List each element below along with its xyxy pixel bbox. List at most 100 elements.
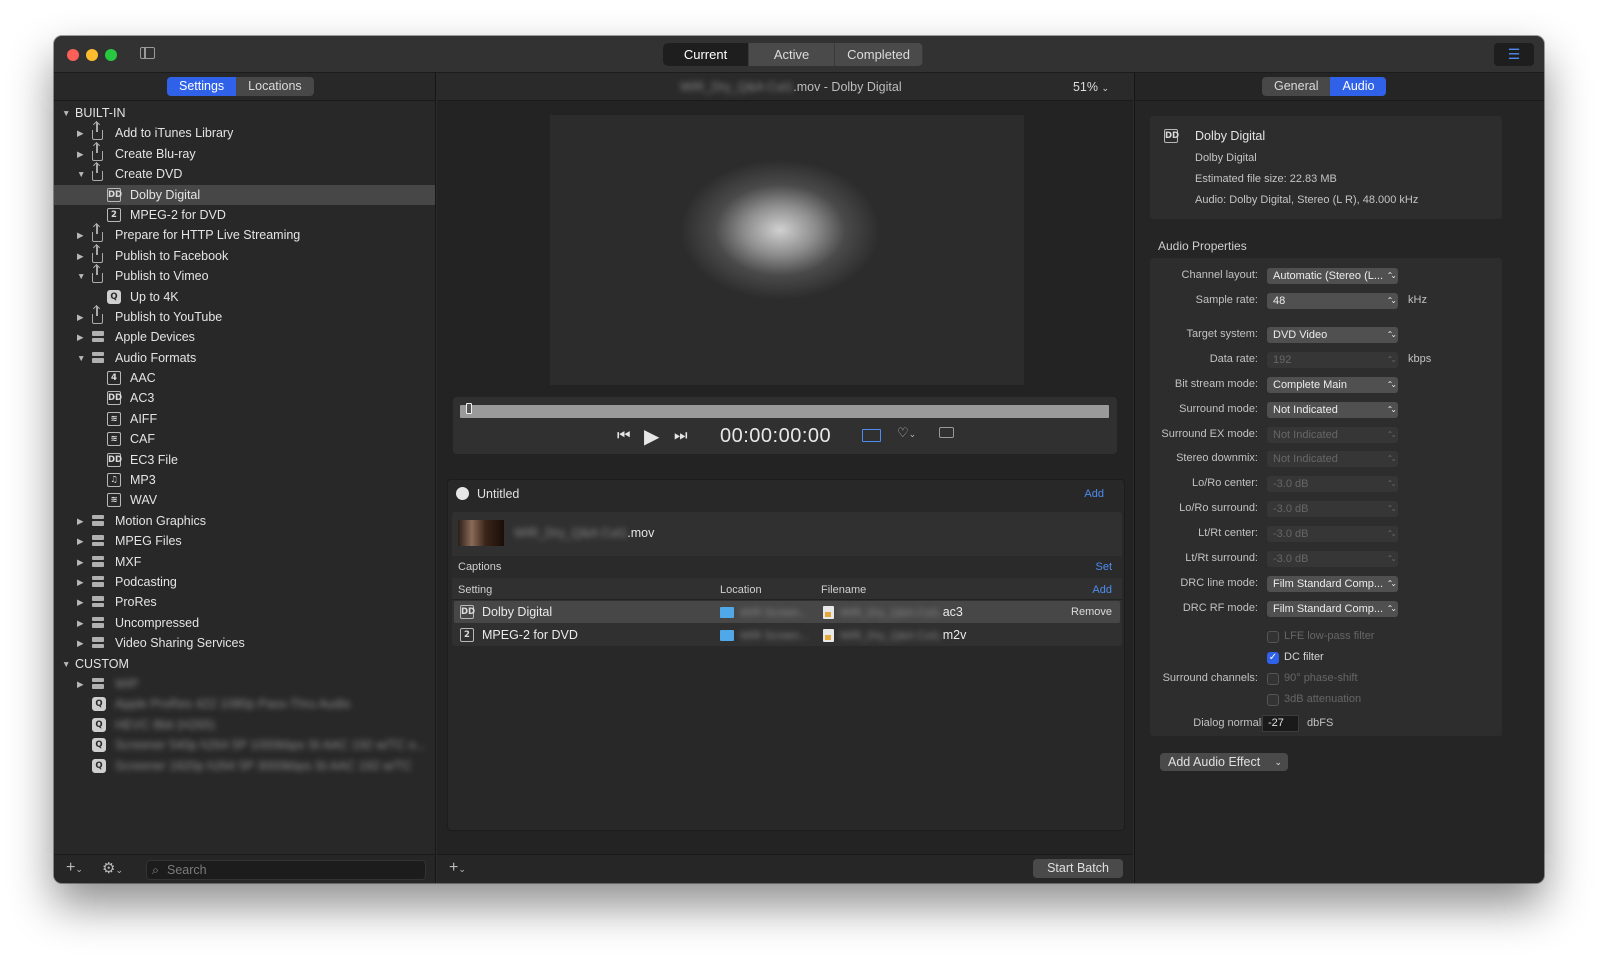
- setting-item-hevc-8bit-h265[interactable]: Q HEVC 8bit (H265): [54, 715, 435, 735]
- disclosure-triangle-icon[interactable]: ▶: [77, 531, 84, 551]
- output-row-mpeg-2-for-dvd[interactable]: 2 MPEG-2 for DVD WIR Screen... WIR_Dry_Q&A …: [454, 624, 1120, 646]
- disclosure-triangle-icon[interactable]: ▶: [77, 572, 84, 592]
- disclosure-triangle-icon[interactable]: ▶: [77, 552, 84, 572]
- output-location[interactable]: WIR Screen...: [720, 624, 808, 647]
- disclosure-triangle-icon[interactable]: ▼: [62, 103, 70, 123]
- tab-completed[interactable]: Completed: [835, 43, 923, 66]
- disclosure-triangle-icon[interactable]: ▼: [77, 348, 85, 368]
- setting-item-motion-graphics[interactable]: ▶ Motion Graphics: [54, 511, 435, 531]
- disclosure-triangle-icon[interactable]: ▶: [77, 613, 84, 633]
- setting-item-create-dvd[interactable]: ▼ Create DVD: [54, 163, 435, 184]
- output-filename[interactable]: WIR_Dry_Q&A Cut1.m2v: [823, 624, 966, 647]
- previous-frame-icon[interactable]: ⏮: [617, 427, 631, 444]
- setting-item-publish-to-youtube[interactable]: ▶ Publish to YouTube: [54, 305, 435, 327]
- setting-item-audio-formats[interactable]: ▼ Audio Formats: [54, 348, 435, 368]
- setting-item-prores[interactable]: ▶ ProRes: [54, 592, 435, 612]
- minimize-window-button[interactable]: [86, 49, 98, 61]
- setting-item-wip[interactable]: ▶ WIP: [54, 674, 435, 694]
- tab-active[interactable]: Active: [749, 43, 836, 66]
- setting-item-dolby-digital[interactable]: DD Dolby Digital: [54, 184, 435, 205]
- view-mode-icon[interactable]: [862, 429, 881, 442]
- tab-locations[interactable]: Locations: [236, 77, 314, 96]
- disclosure-triangle-icon[interactable]: ▶: [77, 674, 84, 694]
- setting-item-create-blu-ray[interactable]: ▶ Create Blu-ray: [54, 142, 435, 164]
- disclosure-triangle-icon[interactable]: ▶: [77, 123, 84, 143]
- add-source-link[interactable]: Add: [1084, 488, 1104, 500]
- lfe-filter-checkbox[interactable]: [1267, 631, 1279, 643]
- set-captions-link[interactable]: Set: [1095, 561, 1112, 573]
- add-batch-icon[interactable]: +⌄: [449, 859, 466, 877]
- setting-item-screener-540p-h264-5p-1000kbps-st-aac-192-w-tc-o[interactable]: Q Screener 540p h264 5P 1000kbps St AAC 1…: [54, 735, 435, 755]
- setting-item-video-sharing-services[interactable]: ▶ Video Sharing Services: [54, 633, 435, 653]
- play-icon[interactable]: ▶: [644, 424, 659, 449]
- setting-item-apple-prores-422-1080p-pass-thru-audio[interactable]: Q Apple ProRes 422 1080p Pass-Thru Audio: [54, 694, 435, 714]
- section-header-built-in[interactable]: ▼ BUILT-IN: [54, 103, 435, 123]
- property-popup-bit-stream-mode[interactable]: Complete Main: [1267, 377, 1398, 393]
- gear-icon[interactable]: ⚙⌄: [102, 859, 123, 877]
- setting-item-up-to-4k[interactable]: Q Up to 4K: [54, 287, 435, 307]
- search-input[interactable]: ⌕ Search: [146, 860, 426, 880]
- captions-icon[interactable]: [939, 427, 954, 438]
- disclosure-triangle-icon[interactable]: ▶: [77, 633, 84, 653]
- zoom-window-button[interactable]: [105, 49, 117, 61]
- disclosure-triangle-icon[interactable]: ▶: [77, 144, 84, 164]
- disclosure-triangle-icon[interactable]: ▶: [77, 592, 84, 612]
- marker-icon[interactable]: ♡⌄: [897, 425, 916, 441]
- output-filename[interactable]: WIR_Dry_Q&A Cut1.ac3: [823, 601, 963, 624]
- setting-item-aiff[interactable]: ≋ AIFF: [54, 409, 435, 429]
- inspector-toggle-icon[interactable]: ☰: [1494, 43, 1534, 66]
- dialog-normalization-field[interactable]: -27: [1262, 715, 1299, 732]
- setting-item-prepare-for-http-live-streaming[interactable]: ▶ Prepare for HTTP Live Streaming: [54, 224, 435, 245]
- video-viewer[interactable]: [550, 115, 1024, 385]
- setting-item-add-to-itunes-library[interactable]: ▶ Add to iTunes Library: [54, 122, 435, 143]
- setting-item-ec3-file[interactable]: DD EC3 File: [54, 450, 435, 470]
- section-header-custom[interactable]: ▼ CUSTOM: [54, 654, 435, 674]
- property-popup-drc-line-mode[interactable]: Film Standard Comp...: [1267, 576, 1398, 592]
- setting-item-mpeg-2-for-dvd[interactable]: 2 MPEG-2 for DVD: [54, 205, 435, 225]
- close-window-button[interactable]: [67, 49, 79, 61]
- tab-general[interactable]: General: [1262, 77, 1330, 96]
- setting-item-wav[interactable]: ≋ WAV: [54, 490, 435, 510]
- dc-filter-checkbox[interactable]: ✓: [1267, 652, 1279, 664]
- disclosure-triangle-icon[interactable]: ▼: [77, 164, 85, 184]
- property-popup-surround-mode[interactable]: Not Indicated: [1267, 402, 1398, 418]
- property-popup-drc-rf-mode[interactable]: Film Standard Comp...: [1267, 601, 1398, 617]
- disclosure-triangle-icon[interactable]: ▶: [77, 307, 84, 327]
- add-output-link[interactable]: Add: [1092, 584, 1112, 596]
- setting-item-aac[interactable]: 4 AAC: [54, 368, 435, 388]
- attenuation-checkbox[interactable]: [1267, 694, 1279, 706]
- property-popup-sample-rate[interactable]: 48: [1267, 293, 1398, 309]
- disclosure-triangle-icon[interactable]: ▶: [77, 511, 84, 531]
- setting-item-mpeg-files[interactable]: ▶ MPEG Files: [54, 531, 435, 551]
- disclosure-triangle-icon[interactable]: ▼: [77, 266, 85, 286]
- disclosure-triangle-icon[interactable]: ▶: [77, 225, 84, 245]
- setting-item-mp3[interactable]: ♫ MP3: [54, 470, 435, 490]
- setting-item-publish-to-facebook[interactable]: ▶ Publish to Facebook: [54, 244, 435, 266]
- disclosure-triangle-icon[interactable]: ▶: [77, 246, 84, 266]
- zoom-popup[interactable]: 51% ⌄: [1073, 80, 1109, 94]
- next-frame-icon[interactable]: ⏭: [674, 427, 688, 444]
- setting-item-screener-1920p-h264-5p-3000kbps-st-aac-192-w-tc[interactable]: Q Screener 1920p h264 5P 3000kbps St AAC …: [54, 756, 435, 776]
- setting-item-ac3[interactable]: DD AC3: [54, 388, 435, 408]
- output-location[interactable]: WIR Screen...: [720, 601, 808, 624]
- tab-audio[interactable]: Audio: [1330, 77, 1387, 96]
- phase-shift-checkbox[interactable]: [1267, 673, 1279, 685]
- add-setting-icon[interactable]: +⌄: [66, 859, 83, 877]
- output-row-dolby-digital[interactable]: DD Dolby Digital WIR Screen... WIR_Dry_Q&A …: [454, 601, 1120, 623]
- timeline-scrubber[interactable]: [460, 403, 1109, 418]
- disclosure-triangle-icon[interactable]: ▶: [77, 327, 84, 347]
- playhead[interactable]: [466, 403, 472, 414]
- property-popup-channel-layout[interactable]: Automatic (Stereo (L...: [1267, 268, 1398, 284]
- add-audio-effect-button[interactable]: Add Audio Effect ⌄: [1160, 753, 1288, 771]
- setting-item-uncompressed[interactable]: ▶ Uncompressed: [54, 613, 435, 633]
- tab-settings[interactable]: Settings: [167, 77, 237, 96]
- setting-item-apple-devices[interactable]: ▶ Apple Devices: [54, 327, 435, 347]
- setting-item-caf[interactable]: ≋ CAF: [54, 429, 435, 449]
- sidebar-toggle-icon[interactable]: [140, 47, 155, 59]
- property-popup-target-system[interactable]: DVD Video: [1267, 327, 1398, 343]
- setting-item-podcasting[interactable]: ▶ Podcasting: [54, 572, 435, 592]
- tab-current[interactable]: Current: [663, 43, 750, 66]
- setting-item-mxf[interactable]: ▶ MXF: [54, 552, 435, 572]
- remove-output-button[interactable]: Remove: [1071, 601, 1112, 623]
- start-batch-button[interactable]: Start Batch: [1033, 859, 1123, 878]
